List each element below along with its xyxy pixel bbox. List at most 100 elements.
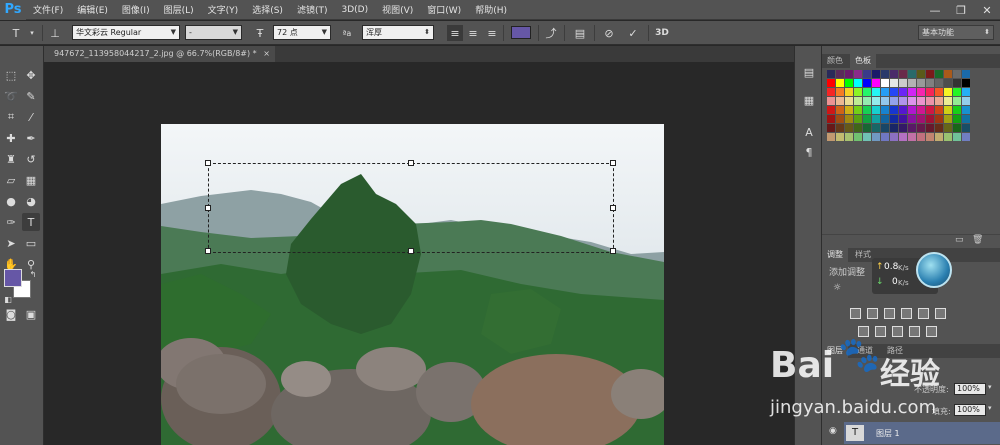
color-swatch[interactable] xyxy=(854,106,862,114)
tab-color[interactable]: 颜色 xyxy=(822,54,848,68)
color-swatch[interactable] xyxy=(917,79,925,87)
paragraph-panel-icon[interactable]: ¶ xyxy=(801,144,817,160)
color-swatch[interactable] xyxy=(854,133,862,141)
brightness-icon[interactable]: ☼ xyxy=(833,283,845,295)
color-swatch[interactable] xyxy=(890,79,898,87)
color-swatch[interactable] xyxy=(899,133,907,141)
photo-filter-icon[interactable] xyxy=(901,308,912,319)
cancel-edit-icon[interactable]: ⊘ xyxy=(601,25,617,41)
color-swatch[interactable] xyxy=(917,106,925,114)
color-swatch[interactable] xyxy=(881,70,889,78)
foreground-color-swatch[interactable] xyxy=(4,269,22,287)
color-swatch[interactable] xyxy=(899,88,907,96)
align-center-icon[interactable]: ≡ xyxy=(465,25,481,41)
color-swatch[interactable] xyxy=(827,79,835,87)
chevron-down-icon[interactable]: ▾ xyxy=(988,404,997,416)
tab-paths[interactable]: 路径 xyxy=(882,344,908,358)
color-swatch[interactable] xyxy=(881,124,889,132)
color-swatch[interactable] xyxy=(944,133,952,141)
color-swatch[interactable] xyxy=(962,88,970,96)
color-swatch[interactable] xyxy=(917,133,925,141)
color-swatch[interactable] xyxy=(962,115,970,123)
swatches-grid[interactable] xyxy=(827,70,987,150)
menu-image[interactable]: 图像(I) xyxy=(115,3,157,16)
color-swatch[interactable] xyxy=(935,133,943,141)
align-left-icon[interactable]: ≡ xyxy=(447,25,463,41)
color-swatch[interactable] xyxy=(854,115,862,123)
color-swatch[interactable] xyxy=(881,115,889,123)
color-swatch[interactable] xyxy=(962,133,970,141)
color-swatch[interactable] xyxy=(890,97,898,105)
color-swatch[interactable] xyxy=(845,106,853,114)
eye-icon[interactable]: ◉ xyxy=(829,426,837,436)
color-swatch[interactable] xyxy=(953,70,961,78)
color-swatch[interactable] xyxy=(854,79,862,87)
menu-layer[interactable]: 图层(L) xyxy=(157,3,201,16)
color-swatch[interactable] xyxy=(908,70,916,78)
color-swatch[interactable] xyxy=(872,79,880,87)
color-swatch[interactable] xyxy=(872,88,880,96)
color-swatch[interactable] xyxy=(890,70,898,78)
tab-swatches[interactable]: 色板 xyxy=(850,54,876,68)
color-swatch[interactable] xyxy=(845,97,853,105)
color-swatch[interactable] xyxy=(917,115,925,123)
color-swatch[interactable] xyxy=(890,106,898,114)
color-swatch[interactable] xyxy=(944,70,952,78)
color-swatch[interactable] xyxy=(935,124,943,132)
invert-icon[interactable] xyxy=(858,326,869,337)
color-swatch[interactable] xyxy=(890,124,898,132)
rectangle-tool-icon[interactable]: ▭ xyxy=(22,234,40,252)
warp-text-icon[interactable]: ⤴ xyxy=(543,25,559,41)
canvas-area[interactable] xyxy=(44,62,794,445)
color-swatch[interactable] xyxy=(836,88,844,96)
font-family-select[interactable]: 华文彩云 Regular ▼ xyxy=(72,25,180,40)
color-swatch[interactable] xyxy=(962,97,970,105)
color-swatch[interactable] xyxy=(917,70,925,78)
clone-stamp-tool-icon[interactable]: ♜ xyxy=(2,150,20,168)
color-swatch[interactable] xyxy=(944,115,952,123)
color-swatch[interactable] xyxy=(836,79,844,87)
type-tool-icon[interactable]: T xyxy=(8,25,24,41)
document-tab[interactable]: 947672_113958044217_2.jpg @ 66.7%(RGB/8#… xyxy=(44,46,275,62)
opacity-field[interactable]: 100% xyxy=(954,383,986,395)
color-swatch[interactable] xyxy=(854,97,862,105)
color-swatch[interactable] xyxy=(953,115,961,123)
color-swatch[interactable] xyxy=(863,124,871,132)
color-swatch[interactable] xyxy=(827,115,835,123)
character-panel-icon[interactable]: ▤ xyxy=(572,25,588,41)
gradient-map-icon[interactable] xyxy=(926,326,937,337)
color-swatch[interactable] xyxy=(836,115,844,123)
color-swatch[interactable] xyxy=(881,88,889,96)
transform-handle[interactable] xyxy=(610,160,616,166)
fill-field[interactable]: 100% xyxy=(954,404,986,416)
gradient-tool-icon[interactable]: ▦ xyxy=(22,171,40,189)
color-swatch[interactable] xyxy=(926,115,934,123)
color-swatch[interactable] xyxy=(935,106,943,114)
menu-3d[interactable]: 3D(D) xyxy=(334,5,375,15)
color-swatch[interactable] xyxy=(854,88,862,96)
color-swatch[interactable] xyxy=(836,106,844,114)
color-swatch[interactable] xyxy=(836,124,844,132)
color-swatch[interactable] xyxy=(845,88,853,96)
healing-brush-tool-icon[interactable]: ✚ xyxy=(2,129,20,147)
color-swatch[interactable] xyxy=(863,106,871,114)
eraser-tool-icon[interactable]: ▱ xyxy=(2,171,20,189)
menu-view[interactable]: 视图(V) xyxy=(375,3,420,16)
color-swatch[interactable] xyxy=(863,79,871,87)
color-swatch[interactable] xyxy=(845,133,853,141)
restore-button[interactable]: ❐ xyxy=(948,0,974,20)
color-swatch[interactable] xyxy=(962,79,970,87)
color-swatch[interactable] xyxy=(953,79,961,87)
color-swatch[interactable] xyxy=(899,124,907,132)
menu-type[interactable]: 文字(Y) xyxy=(201,3,246,16)
color-swatch[interactable] xyxy=(944,88,952,96)
tab-layers[interactable]: 图层 xyxy=(822,344,848,358)
color-swatch[interactable] xyxy=(836,97,844,105)
color-swatch[interactable] xyxy=(926,106,934,114)
lasso-tool-icon[interactable]: ➰ xyxy=(2,87,20,105)
color-swatch[interactable] xyxy=(926,124,934,132)
history-brush-tool-icon[interactable]: ↺ xyxy=(22,150,40,168)
dodge-tool-icon[interactable]: ◕ xyxy=(22,192,40,210)
color-swatch[interactable] xyxy=(854,124,862,132)
eyedropper-tool-icon[interactable]: ⁄ xyxy=(22,108,40,126)
